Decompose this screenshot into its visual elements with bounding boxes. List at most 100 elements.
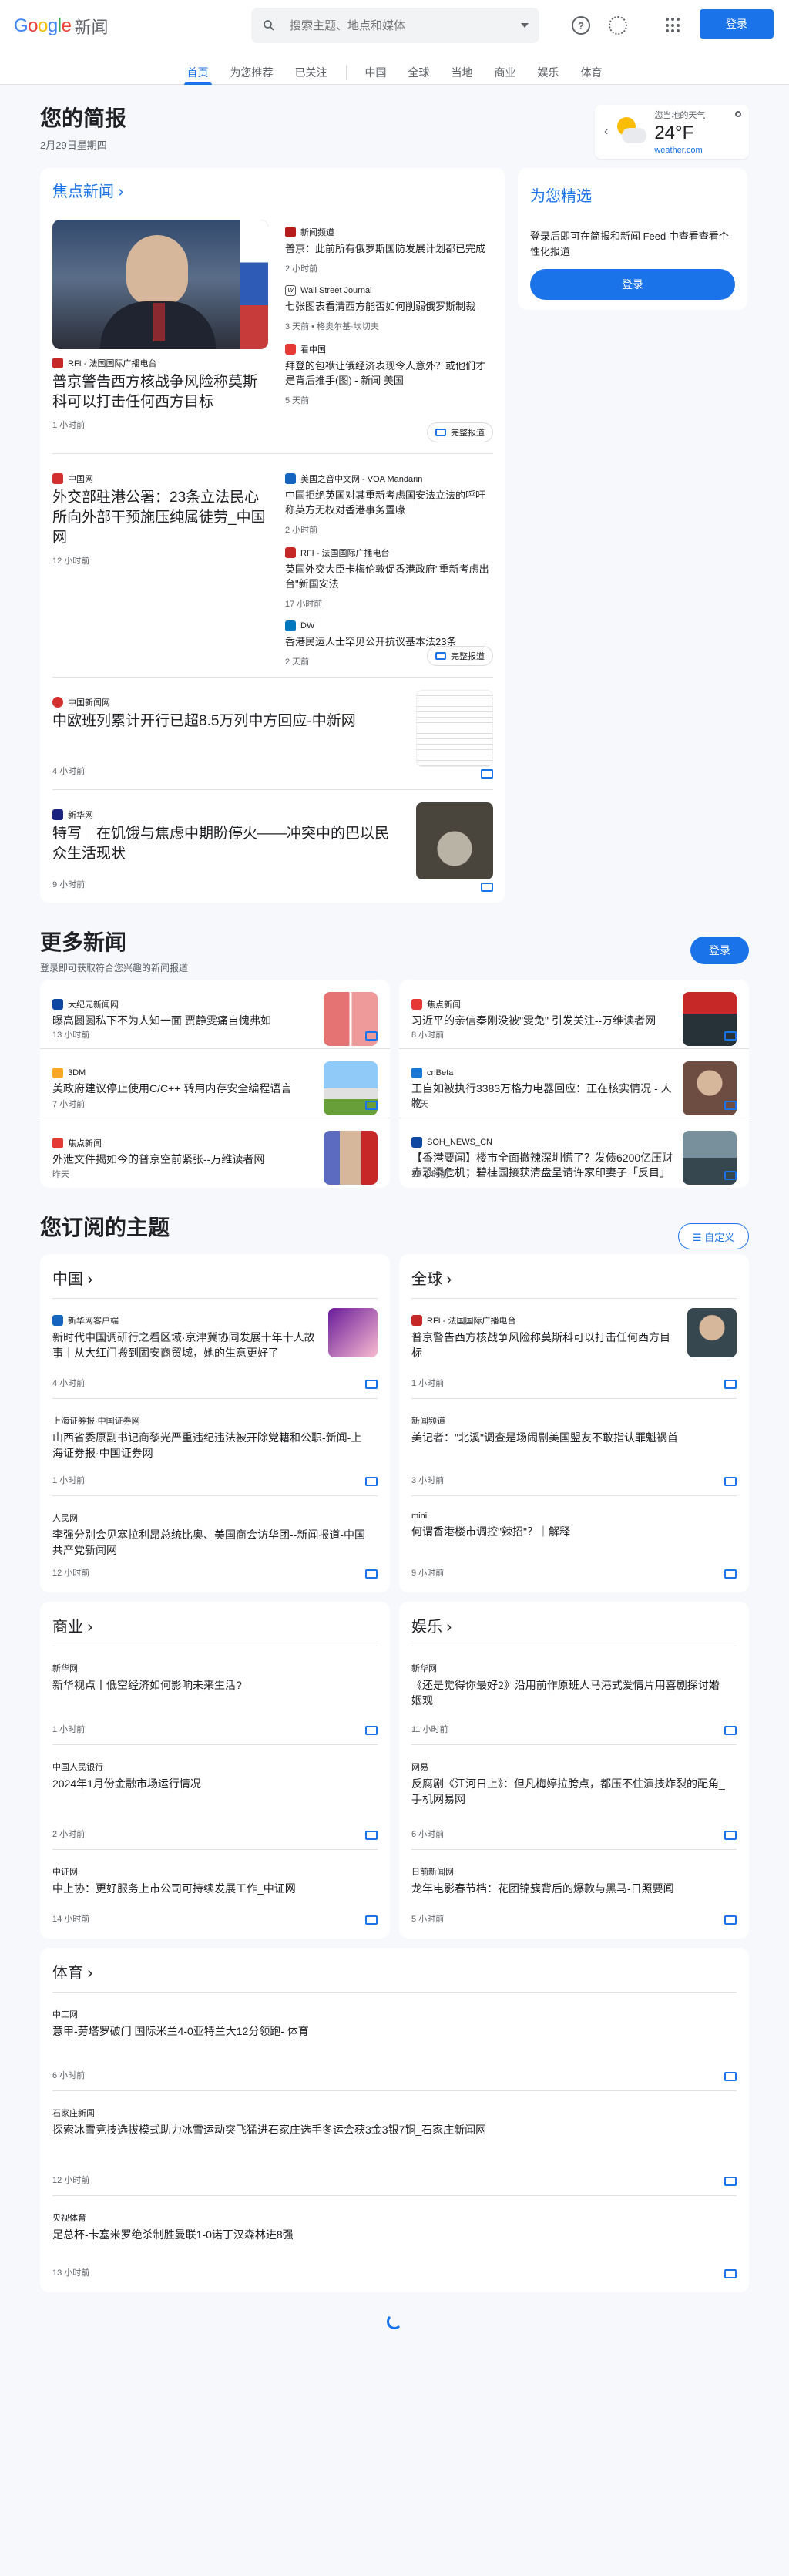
headline-link[interactable]: 《还是觉得你最好2》沿用前作原班人马港式爱情片用喜剧探讨婚姻观: [411, 1677, 727, 1708]
full-coverage-icon[interactable]: [365, 1726, 378, 1735]
full-coverage-icon[interactable]: [365, 1915, 378, 1925]
headline-link[interactable]: 外交部驻港公署：23条立法民心所向外部干预施压纯属徒劳_中国网: [52, 488, 268, 548]
gear-icon[interactable]: [609, 16, 627, 35]
story-thumbnail[interactable]: [687, 1308, 737, 1357]
full-coverage-icon[interactable]: [724, 1171, 737, 1180]
topic-card-world: 全球 › RFI - 法国国际广播电台 普京警告西方核战争风险称莫斯科可以打击任何…: [399, 1254, 749, 1592]
topics-grid: 中国 › 新华网客户端 新时代中国调研行之看区域·京津冀协同发展十年十人故事｜从大…: [40, 1254, 749, 1939]
timestamp: 1 小时前: [52, 1476, 86, 1485]
topic-title-link[interactable]: 全球 ›: [411, 1262, 737, 1298]
headline-link[interactable]: 意甲-劳塔罗破门 国际米兰4-0亚特兰大12分领跑- 体育: [52, 2023, 727, 2039]
chevron-down-icon[interactable]: [521, 23, 529, 28]
full-coverage-icon[interactable]: [724, 1726, 737, 1735]
login-button[interactable]: 登录: [700, 9, 774, 39]
top-stories-link[interactable]: 焦点新闻 ›: [52, 168, 493, 207]
headline-link[interactable]: 曝高圆圆私下不为人知一面 贾静雯痛自愧弗如: [52, 1014, 314, 1028]
tab-sports[interactable]: 体育: [570, 60, 613, 85]
full-coverage-button[interactable]: 完整报道: [427, 422, 493, 442]
topic-title-link[interactable]: 商业 ›: [52, 1609, 378, 1646]
tab-local[interactable]: 当地: [441, 60, 484, 85]
tab-entertainment[interactable]: 娱乐: [527, 60, 570, 85]
full-coverage-icon[interactable]: [724, 2177, 737, 2186]
headline-link[interactable]: 特写｜在饥饿与焦虑中期盼停火——冲突中的巴以民众生活现状: [52, 824, 401, 864]
headline-link[interactable]: 中欧班列累计开行已超8.5万列中方回应-中新网: [52, 711, 401, 731]
story-thumbnail[interactable]: [416, 802, 493, 879]
story-image[interactable]: [52, 220, 268, 349]
headline-link[interactable]: 美记者："北溪"调查是场闹剧美国盟友不敢指认罪魁祸首: [411, 1430, 727, 1445]
chevron-left-icon[interactable]: ‹: [604, 125, 608, 139]
related-story: 看中国 拜登的包袱让俄经济表现令人意外？或他们才是背后推手(图) - 新闻 美国…: [285, 343, 493, 406]
headline-link[interactable]: 普京警告西方核战争风险称莫斯科可以打击任何西方目标: [411, 1330, 678, 1360]
loading-spinner-icon: [387, 2314, 402, 2329]
picks-title[interactable]: 为您精选: [530, 183, 735, 206]
customize-button[interactable]: ☰ 自定义: [678, 1223, 749, 1249]
help-icon[interactable]: ?: [572, 16, 590, 35]
headline-link[interactable]: 山西省委原副书记商黎光严重违纪违法被开除党籍和公职-新闻-上海证券报·中国证券网: [52, 1430, 368, 1461]
full-coverage-icon[interactable]: [724, 1101, 737, 1110]
headline-link[interactable]: 新时代中国调研行之看区域·京津冀协同发展十年十人故事｜从大红门搬到固安商贸城，她…: [52, 1330, 319, 1360]
headline-link[interactable]: 李强分别会见塞拉利昂总统比奥、美国商会访华团--新闻报道-中国共产党新闻网: [52, 1527, 368, 1558]
headline-link[interactable]: 外泄文件揭如今的普京空前紧张--万维读者网: [52, 1152, 314, 1167]
headline-link[interactable]: 2024年1月份金融市场运行情况: [52, 1776, 368, 1791]
full-coverage-button[interactable]: 完整报道: [427, 646, 493, 666]
headline-link[interactable]: 普京：此前所有俄罗斯国防发展计划都已完成: [285, 241, 493, 256]
headline-link[interactable]: 【香港要闻】楼市全面撤辣深圳慌了？发债6200亿压财赤恐添危机；碧桂园接获清盘呈…: [411, 1151, 673, 1180]
full-coverage-icon[interactable]: [724, 1915, 737, 1925]
headline-link[interactable]: 中上协：更好服务上市公司可持续发展工作_中证网: [52, 1881, 368, 1896]
full-coverage-icon[interactable]: [724, 1569, 737, 1579]
login-button[interactable]: 登录: [530, 269, 735, 300]
search-icon[interactable]: [262, 18, 276, 32]
headline-link[interactable]: 何谓香港楼市调控"辣招"？｜解释: [411, 1524, 727, 1539]
headline-link[interactable]: 反腐剧《江河日上》：但凡梅婷拉胯点，都压不住演技炸裂的配角_手机网易网: [411, 1776, 727, 1807]
topic-title-link[interactable]: 娱乐 ›: [411, 1609, 737, 1646]
search-box[interactable]: [251, 8, 539, 43]
full-coverage-icon[interactable]: [365, 1031, 378, 1041]
full-coverage-icon[interactable]: [724, 1031, 737, 1041]
full-coverage-icon[interactable]: [724, 1477, 737, 1486]
headline-link[interactable]: 英国外交大臣卡梅伦敦促香港政府"重新考虑出台"新国安法: [285, 562, 493, 591]
full-coverage-icon[interactable]: [724, 1831, 737, 1840]
topic-card-entertainment: 娱乐 › 新华网 《还是觉得你最好2》沿用前作原班人马港式爱情片用喜剧探讨婚姻观 1…: [399, 1602, 749, 1939]
full-coverage-icon[interactable]: [365, 1831, 378, 1840]
story-thumbnail[interactable]: [324, 1131, 378, 1185]
tab-following[interactable]: 已关注: [284, 60, 338, 85]
tab-business[interactable]: 商业: [484, 60, 527, 85]
tab-home[interactable]: 首页: [176, 60, 220, 85]
full-coverage-icon[interactable]: [724, 1380, 737, 1389]
login-button[interactable]: 登录: [690, 937, 749, 964]
story-thumbnail[interactable]: [416, 690, 493, 767]
headline-link[interactable]: 王自如被执行3383万格力电器回应：正在核实情况 - 人物: [411, 1081, 673, 1111]
full-coverage-icon[interactable]: [481, 883, 493, 892]
headline-link[interactable]: 探索冰雪竞技选拔模式助力冰雪运动突飞猛进石家庄选手冬运会获3金3银7铜_石家庄新…: [52, 2122, 727, 2137]
story-thumbnail[interactable]: [328, 1308, 378, 1357]
headline-link[interactable]: 拜登的包袱让俄经济表现令人意外？或他们才是背后推手(图) - 新闻 美国: [285, 358, 493, 388]
headline-link[interactable]: 中国拒绝英国对其重新考虑国安法立法的呼吁 称英方无权对香港事务置喙: [285, 488, 493, 517]
full-coverage-icon[interactable]: [365, 1380, 378, 1389]
full-coverage-icon[interactable]: [724, 2072, 737, 2081]
full-coverage-icon[interactable]: [365, 1477, 378, 1486]
full-coverage-icon[interactable]: [724, 2269, 737, 2278]
headline-link[interactable]: 足总杯-卡塞米罗绝杀制胜曼联1-0诺丁汉森林进8强: [52, 2227, 727, 2242]
google-news-logo[interactable]: Google 新闻: [14, 14, 108, 39]
headline-link[interactable]: 习近平的亲信秦刚没被"雯免" 引发关注--万维读者网: [411, 1014, 673, 1028]
weather-source-link[interactable]: weather.com: [654, 146, 705, 155]
headline-link[interactable]: 美政府建议停止使用C/C++ 转用内存安全编程语言: [52, 1081, 314, 1096]
headline-link[interactable]: 七张图表看清西方能否如何削弱俄罗斯制裁: [285, 299, 493, 314]
tab-for-you[interactable]: 为您推荐: [220, 60, 284, 85]
topic-title-link[interactable]: 体育 ›: [52, 1956, 737, 1992]
headline-link[interactable]: 龙年电影春节档：花团锦簇背后的爆款与黑马-日照要闻: [411, 1881, 727, 1896]
search-input[interactable]: [290, 18, 505, 32]
apps-grid-icon[interactable]: [666, 18, 681, 33]
location-icon[interactable]: [735, 111, 741, 117]
full-coverage-icon[interactable]: [365, 1569, 378, 1579]
story-single: 中国新闻网 中欧班列累计开行已超8.5万列中方回应-中新网 4 小时前: [52, 678, 493, 790]
headline-link[interactable]: 普京警告西方核战争风险称莫斯科可以打击任何西方目标: [52, 372, 268, 412]
tab-china[interactable]: 中国: [354, 60, 398, 85]
full-coverage-icon[interactable]: [365, 1101, 378, 1110]
full-coverage-icon[interactable]: [481, 769, 493, 779]
headline-link[interactable]: 新华视点丨低空经济如何影响未来生活?: [52, 1677, 368, 1693]
topic-title-link[interactable]: 中国 ›: [52, 1262, 378, 1298]
tab-world[interactable]: 全球: [398, 60, 441, 85]
timestamp: 6 小时前: [411, 1830, 445, 1839]
weather-widget[interactable]: ‹ 您当地的天气 24°F weather.com: [595, 105, 749, 159]
